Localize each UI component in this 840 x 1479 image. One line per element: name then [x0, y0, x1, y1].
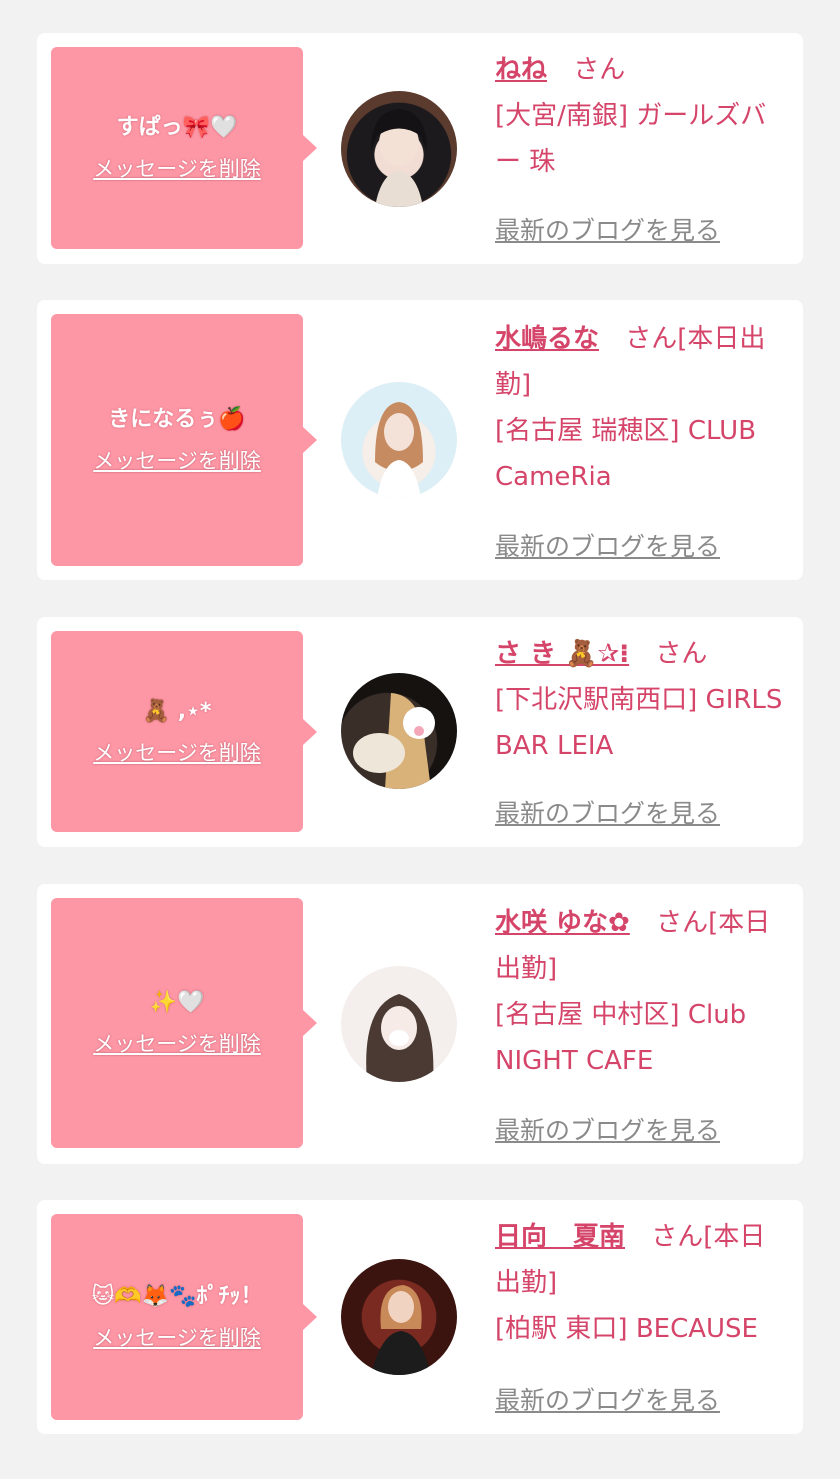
- list-item: すぱっ🎀🤍 メッセージを削除 ねね さん [大宮/南銀] ガールズバー 珠 最新…: [37, 33, 803, 264]
- shop-info: [名古屋 瑞穂区] CLUB CameRia: [495, 416, 757, 492]
- shop-info: [名古屋 中村区] Club NIGHT CAFE: [495, 1000, 747, 1076]
- list-item: きになるぅ🍎 メッセージを削除 水嶋るな さん[本日出勤] [名古屋 瑞穂区] …: [37, 300, 803, 580]
- shop-info: [大宮/南銀] ガールズバー 珠: [495, 101, 767, 177]
- avatar[interactable]: [341, 91, 457, 207]
- user-name-link[interactable]: 日向 夏南: [495, 1222, 625, 1252]
- message-bubble: 🐱🫶🦊🐾ﾎﾟﾁｯ！ メッセージを削除: [51, 1214, 317, 1420]
- latest-blog-link[interactable]: 最新のブログを見る: [495, 527, 720, 563]
- user-info: 日向 夏南 さん[本日出勤] [柏駅 東口] BECAUSE: [495, 1214, 791, 1352]
- user-name-link[interactable]: 水嶋るな: [495, 324, 599, 354]
- avatar-photo-icon: [371, 1285, 431, 1375]
- avatar[interactable]: [341, 382, 457, 498]
- message-bubble: 🧸 ,⋆* メッセージを削除: [51, 631, 317, 832]
- message-list: すぱっ🎀🤍 メッセージを削除 ねね さん [大宮/南銀] ガールズバー 珠 最新…: [0, 0, 840, 1479]
- avatar[interactable]: [341, 966, 457, 1082]
- latest-blog-link[interactable]: 最新のブログを見る: [495, 211, 720, 247]
- honorific: さん: [573, 55, 626, 85]
- avatar[interactable]: [341, 673, 457, 789]
- list-item: ✨🤍 メッセージを削除 水咲 ゆな✿ さん[本日出勤] [名古屋 中村区] Cl…: [37, 884, 803, 1164]
- latest-blog-link[interactable]: 最新のブログを見る: [495, 1381, 720, 1417]
- avatar-photo-icon: [366, 994, 434, 1082]
- message-bubble: すぱっ🎀🤍 メッセージを削除: [51, 47, 317, 249]
- message-text: 🧸 ,⋆*: [142, 698, 212, 724]
- message-text: ✨🤍: [149, 990, 205, 1015]
- message-bubble: ✨🤍 メッセージを削除: [51, 898, 317, 1148]
- latest-blog-link[interactable]: 最新のブログを見る: [495, 1111, 720, 1147]
- shop-info: [下北沢駅南西口] GIRLS BAR LEIA: [495, 685, 783, 761]
- list-item: 🐱🫶🦊🐾ﾎﾟﾁｯ！ メッセージを削除 日向 夏南 さん[本日出勤] [柏駅 東口…: [37, 1200, 803, 1434]
- message-bubble: きになるぅ🍎 メッセージを削除: [51, 314, 317, 566]
- avatar-photo-icon: [375, 402, 423, 498]
- delete-message-link[interactable]: メッセージを削除: [93, 737, 261, 767]
- shop-info: [柏駅 東口] BECAUSE: [495, 1314, 758, 1344]
- user-name-link[interactable]: さ き 🧸✰⁝: [495, 639, 629, 669]
- list-item: 🧸 ,⋆* メッセージを削除 さ き 🧸✰⁝ さん [下北沢駅南西口] GIRL…: [37, 617, 803, 847]
- delete-message-link[interactable]: メッセージを削除: [93, 153, 261, 183]
- delete-message-link[interactable]: メッセージを削除: [93, 445, 261, 475]
- message-text: 🐱🫶🦊🐾ﾎﾟﾁｯ！: [91, 1284, 263, 1309]
- user-info: さ き 🧸✰⁝ さん [下北沢駅南西口] GIRLS BAR LEIA: [495, 631, 791, 769]
- message-text: きになるぅ🍎: [108, 407, 246, 432]
- user-info: ねね さん [大宮/南銀] ガールズバー 珠: [495, 47, 791, 185]
- user-info: 水咲 ゆな✿ さん[本日出勤] [名古屋 中村区] Club NIGHT CAF…: [495, 900, 791, 1084]
- avatar-photo-icon: [353, 693, 435, 789]
- delete-message-link[interactable]: メッセージを削除: [93, 1322, 261, 1352]
- avatar-photo-icon: [371, 109, 427, 207]
- honorific: さん: [655, 639, 708, 669]
- user-name-link[interactable]: ねね: [495, 55, 547, 85]
- latest-blog-link[interactable]: 最新のブログを見る: [495, 794, 720, 830]
- message-text: すぱっ🎀🤍: [116, 115, 238, 140]
- avatar[interactable]: [341, 1259, 457, 1375]
- delete-message-link[interactable]: メッセージを削除: [93, 1028, 261, 1058]
- user-info: 水嶋るな さん[本日出勤] [名古屋 瑞穂区] CLUB CameRia: [495, 316, 791, 500]
- user-name-link[interactable]: 水咲 ゆな✿: [495, 908, 630, 938]
